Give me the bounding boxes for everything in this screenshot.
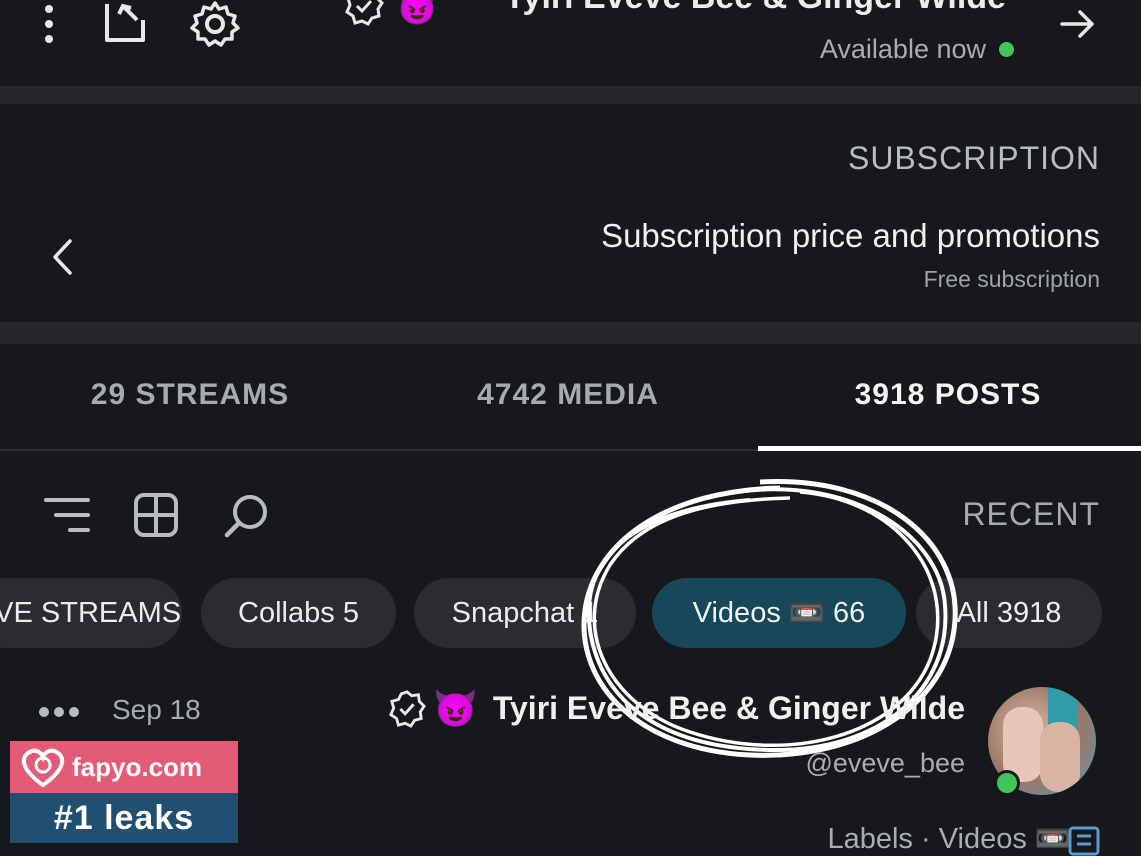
verified-badge-icon [388,690,426,728]
creator-name: Tyiri Eveve Bee & Ginger Wilde [504,0,1006,17]
chip-live-streams[interactable]: LIVE STREAMS [0,578,182,648]
tab-media[interactable]: 4742 MEDIA [477,378,659,412]
settings-gear-icon[interactable] [190,0,240,48]
chevron-icon[interactable] [50,238,74,276]
post-date: Sep 18 [112,694,201,725]
watermark-tagline: #1 leaks [10,793,238,843]
share-icon[interactable] [101,0,149,46]
tab-posts[interactable]: 3918 POSTS [855,378,1042,412]
grid-view-icon[interactable] [133,492,179,538]
sort-recent-label[interactable]: RECENT [962,496,1100,533]
subscription-subtitle: Free subscription [923,266,1100,292]
active-tab-indicator [758,446,1141,451]
divider [0,322,1141,344]
online-indicator-icon [999,42,1014,57]
hand-drawn-circle-annotation [560,470,970,775]
avatar-online-indicator-icon [994,770,1020,796]
watermark-site-text: fapyo.com [72,752,203,782]
post-more-options-icon[interactable] [38,706,80,718]
watermark-site-banner: fapyo.com [10,741,238,793]
subscription-title[interactable]: Subscription price and promotions [601,217,1100,255]
heart-logo-icon [18,745,68,789]
arrow-forward-icon[interactable] [1058,4,1098,44]
labels-text: Labels [827,823,913,855]
filter-lines-icon[interactable] [44,496,90,534]
label-tag-icon [1068,826,1100,856]
divider [0,86,1141,104]
devil-emoji-icon: 😈 [433,688,478,729]
verified-badge-icon [344,0,384,26]
labels-separator: · [920,823,939,855]
post-labels-row[interactable]: Labels · Videos 📼 [827,822,1071,856]
tab-streams[interactable]: 29 STREAMS [91,378,289,412]
chip-collabs[interactable]: Collabs 5 [201,578,396,648]
devil-emoji-icon: 😈 [396,0,439,27]
status-text: Available now [819,34,986,64]
labels-value: Videos 📼 [938,823,1071,855]
post-author-name[interactable]: Tyiri Eveve Bee & Ginger Wilde [493,690,965,727]
subscription-section-label: SUBSCRIPTION [847,140,1100,176]
post-author-handle[interactable]: @eveve_bee [805,748,965,779]
more-options-icon[interactable] [38,4,60,44]
search-icon[interactable] [222,492,270,540]
